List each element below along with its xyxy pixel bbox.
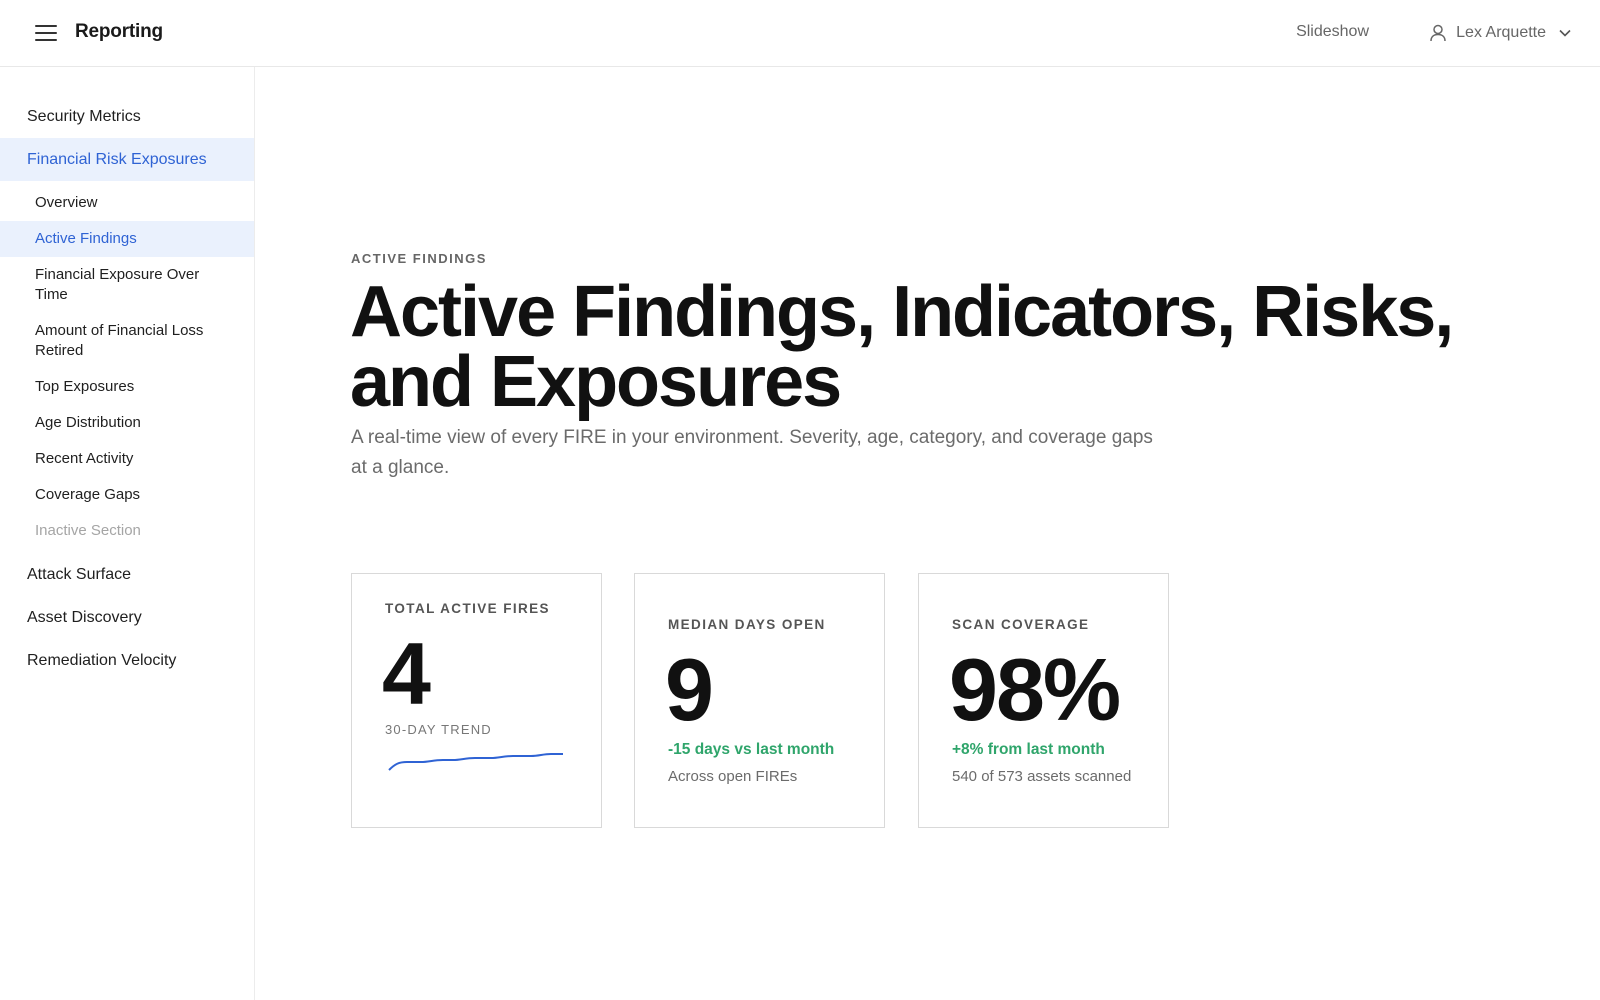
sparkline-path <box>388 753 563 771</box>
delta-text: +8% from last month <box>952 741 1105 758</box>
trend-label: 30-DAY TREND <box>385 722 492 737</box>
sidebar-item-security-metrics[interactable]: Security Metrics <box>0 95 254 138</box>
sidebar-item-remediation-velocity[interactable]: Remediation Velocity <box>0 639 254 682</box>
card-note: Across open FIREs <box>668 768 798 785</box>
sidebar-subitem-overview[interactable]: Overview <box>0 185 254 221</box>
sidebar-subitem-inactive-section: Inactive Section <box>35 522 141 539</box>
card-value: 9 <box>665 640 714 739</box>
chevron-down-icon <box>1559 29 1571 37</box>
trend-sparkline <box>388 753 563 771</box>
total-active-fires-card: TOTAL ACTIVE FIRES 4 30-DAY TREND <box>351 573 602 828</box>
card-note: 540 of 573 assets scanned <box>952 768 1132 785</box>
page-description: A real-time view of every FIRE in your e… <box>351 427 1153 478</box>
sidebar-subnav: Overview Active Findings Financial Expos… <box>0 181 254 553</box>
card-label: TOTAL ACTIVE FIRES <box>385 601 550 616</box>
card-value: 4 <box>382 624 431 723</box>
delta-text: -15 days vs last month <box>668 741 835 758</box>
hamburger-menu-icon[interactable] <box>33 22 59 44</box>
sidebar-subitem-financial-exposure-over-time[interactable]: Financial Exposure Over Time <box>0 257 254 313</box>
sidebar-subitem-age-distribution[interactable]: Age Distribution <box>0 405 254 441</box>
sidebar-subitem-amount-of-financial-loss-retired[interactable]: Amount of Financial Loss Retired <box>0 313 254 369</box>
section-eyebrow: ACTIVE FINDINGS <box>351 251 487 266</box>
sidebar-subitem-active-findings[interactable]: Active Findings <box>0 221 254 257</box>
user-name: Lex Arquette <box>1456 24 1546 41</box>
top-bar: Reporting Slideshow Lex Arquette <box>0 0 1600 67</box>
slideshow-link[interactable]: Slideshow <box>1296 23 1369 41</box>
sidebar-item-financial-risk-exposures[interactable]: Financial Risk Exposures <box>0 138 254 181</box>
page-title: Active Findings, Indicators, Risks, and … <box>350 272 1454 422</box>
card-label: SCAN COVERAGE <box>952 617 1090 632</box>
user-menu[interactable]: Lex Arquette <box>1428 20 1572 46</box>
card-label: MEDIAN DAYS OPEN <box>668 617 826 632</box>
scan-coverage-card: SCAN COVERAGE 98% +8% from last month 54… <box>918 573 1169 828</box>
median-days-open-card: MEDIAN DAYS OPEN 9 -15 days vs last mont… <box>634 573 885 828</box>
sidebar-subitem-recent-activity[interactable]: Recent Activity <box>0 441 254 477</box>
sidebar-item-asset-discovery[interactable]: Asset Discovery <box>0 596 254 639</box>
user-icon <box>1430 24 1446 42</box>
card-value: 98% <box>949 640 1121 739</box>
sidebar: Security Metrics Financial Risk Exposure… <box>0 67 255 1000</box>
sidebar-subitem-top-exposures[interactable]: Top Exposures <box>0 369 254 405</box>
sidebar-item-attack-surface[interactable]: Attack Surface <box>0 553 254 596</box>
sidebar-subitem-coverage-gaps[interactable]: Coverage Gaps <box>0 477 254 513</box>
main-content: ACTIVE FINDINGS Active Findings, Indicat… <box>256 67 1600 1000</box>
app-title: Reporting <box>75 21 163 42</box>
